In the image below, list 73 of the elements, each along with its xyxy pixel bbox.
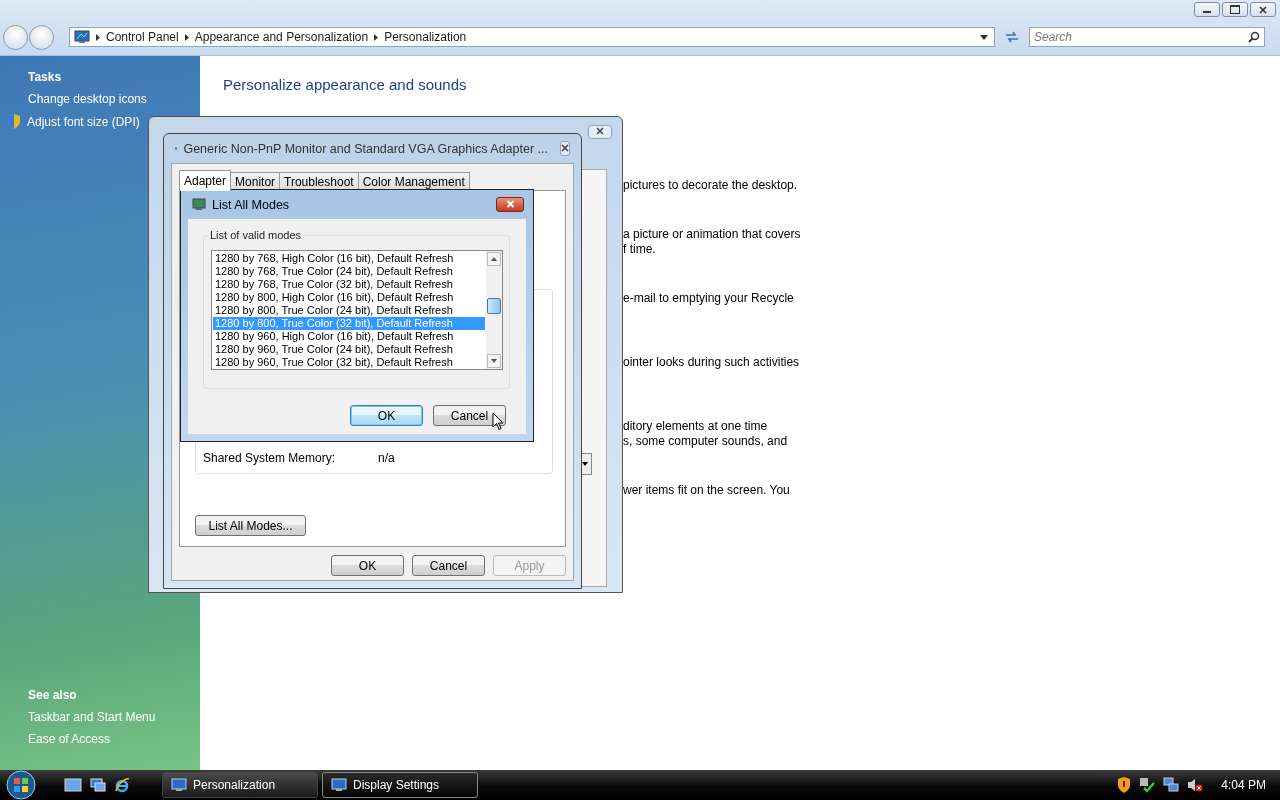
search-icon[interactable] (1248, 31, 1260, 43)
close-icon (1259, 5, 1267, 14)
close-icon (505, 200, 515, 208)
mouse-pointer-icon (492, 412, 504, 431)
network-check-icon[interactable] (1139, 777, 1156, 793)
chevron-right-icon[interactable] (184, 33, 189, 41)
page-heading: Personalize appearance and sounds (223, 76, 468, 93)
dialog-button[interactable]: Cancel (433, 405, 506, 426)
description-text: f time. (623, 242, 657, 257)
refresh-icon[interactable] (1005, 31, 1019, 43)
field-label: Shared System Memory: (203, 451, 337, 465)
desktop-icon[interactable] (64, 778, 82, 792)
taskbar-button[interactable]: Display Settings (322, 772, 478, 798)
tab[interactable]: Adapter (179, 170, 232, 191)
field-value: n/a (378, 451, 395, 465)
dialog-button[interactable]: OK (350, 405, 423, 426)
close-button[interactable] (1250, 2, 1276, 17)
description-text: ointer looks during such activities (623, 355, 801, 370)
breadcrumb-item[interactable]: Appearance and Personalization (194, 30, 369, 44)
list-item[interactable]: 1280 by 960, True Color (24 bit), Default Refresh (213, 343, 485, 356)
list-item[interactable]: 1280 by 960, True Color (32 bit), Default Refresh (213, 356, 485, 369)
dialog-button[interactable]: Cancel (412, 555, 485, 576)
chevron-right-icon[interactable] (374, 33, 379, 41)
search-field[interactable]: Search (1029, 27, 1265, 47)
close-button[interactable] (560, 141, 570, 156)
taskbar-button[interactable]: Personalization (162, 772, 318, 798)
section-title: See also (27, 688, 78, 702)
list-item[interactable]: 1280 by 960, High Color (16 bit), Default Refresh (213, 330, 485, 343)
description-text: wer items fit on the screen. You (623, 483, 791, 498)
description-text: ditory elements at one time (623, 419, 769, 434)
shield-icon (7, 114, 21, 129)
close-icon (596, 127, 604, 135)
security-shield-icon[interactable] (1117, 777, 1132, 793)
window-switch-icon[interactable] (90, 778, 106, 792)
list-item[interactable]: 1280 by 800, True Color (24 bit), Default Refresh (213, 304, 485, 317)
dropdown-arrow-icon[interactable] (980, 34, 988, 40)
description-text: a picture or animation that covers (623, 227, 802, 242)
list-item[interactable]: 1280 by 768, High Color (16 bit), Default Refresh (213, 252, 485, 265)
dialog-button: Apply (493, 555, 566, 576)
description-text: pictures to decorate the desktop. (623, 178, 799, 193)
browser-icon[interactable] (114, 777, 130, 793)
scroll-thumb[interactable] (487, 298, 501, 314)
close-button[interactable] (588, 125, 612, 139)
clock[interactable]: 4:04 PM (1221, 778, 1266, 792)
scroll-down-icon[interactable] (487, 354, 501, 368)
scroll-up-icon[interactable] (487, 252, 501, 266)
section-title: Tasks (27, 70, 63, 84)
maximize-button[interactable] (1222, 2, 1248, 17)
tab[interactable]: Color Management (357, 172, 470, 190)
network-icon[interactable] (1163, 777, 1180, 793)
address-bar[interactable]: Control Panel Appearance and Personalization Personalization (69, 27, 995, 47)
chevron-right-icon[interactable] (96, 33, 100, 41)
description-text: s, some computer sounds, and (623, 434, 789, 449)
breadcrumb-item[interactable]: Control Panel (106, 30, 179, 44)
list-item[interactable]: 1280 by 800, High Color (16 bit), Default Refresh (213, 291, 485, 304)
breadcrumb-item[interactable]: Personalization (384, 30, 467, 44)
list-all-modes-button[interactable]: List All Modes... (195, 515, 306, 536)
tab[interactable]: Troubleshoot (279, 172, 359, 190)
close-button[interactable] (496, 197, 524, 212)
task-link[interactable]: Change desktop icons (7, 92, 147, 106)
dialog-button[interactable]: OK (331, 555, 404, 576)
volume-muted-icon[interactable] (1187, 777, 1204, 793)
list-item[interactable]: 1280 by 768, True Color (24 bit), Default Refresh (213, 265, 485, 278)
dialog-title: List All Modes (212, 197, 290, 212)
close-icon (561, 143, 569, 152)
group-label: List of valid modes (208, 229, 304, 241)
dialog-title: Generic Non-PnP Monitor and Standard VGA Graphics Adapter ... (183, 141, 548, 156)
list-item[interactable]: 1280 by 768, True Color (32 bit), Default Refresh (213, 278, 485, 291)
minimize-button[interactable] (1194, 2, 1220, 17)
task-link[interactable]: Adjust font size (DPI) (27, 114, 140, 129)
tab[interactable]: Monitor (230, 172, 281, 190)
scrollbar[interactable] (486, 251, 502, 369)
description-text: e-mail to emptying your Recycle (623, 291, 795, 306)
